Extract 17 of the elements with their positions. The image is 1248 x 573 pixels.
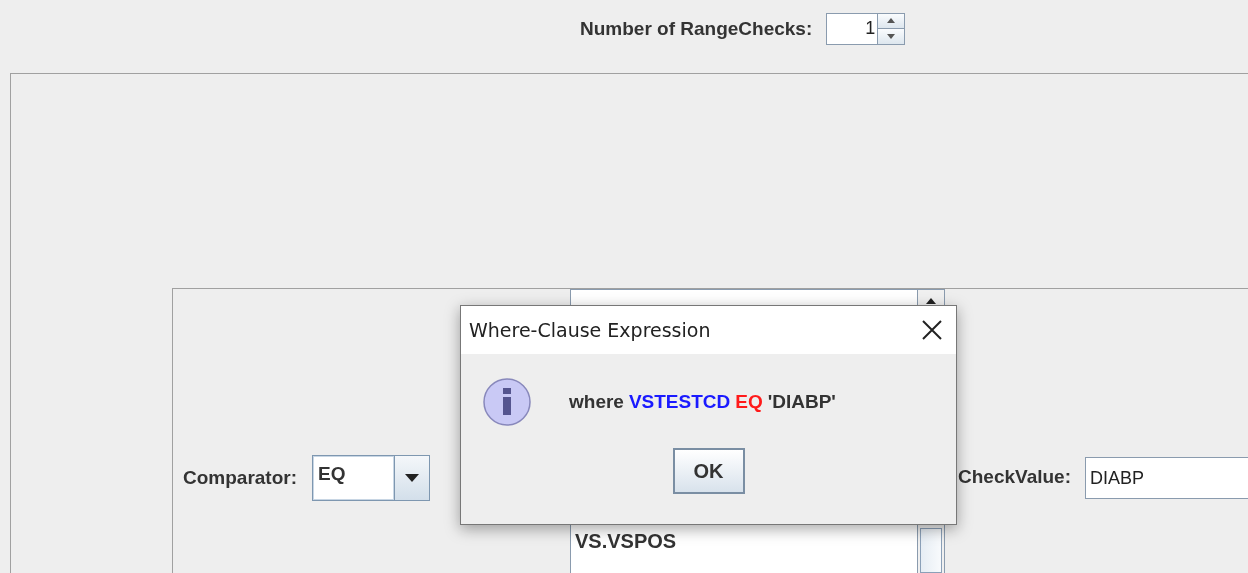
list-item[interactable]: VS.VSPOS bbox=[575, 530, 913, 553]
up-arrow-icon[interactable] bbox=[887, 18, 896, 24]
check-value-field[interactable]: DIABP bbox=[1085, 457, 1248, 499]
number-spinner[interactable]: 1 bbox=[826, 12, 906, 45]
field-label: Comparator: bbox=[183, 466, 297, 490]
ok-button[interactable]: OK bbox=[672, 448, 745, 494]
dialog-title: Where-Clause Expression bbox=[469, 319, 711, 341]
info-icon bbox=[483, 378, 531, 426]
up-arrow-icon[interactable] bbox=[926, 298, 936, 305]
field-label: Number of RangeChecks: bbox=[580, 17, 813, 40]
field-label: CheckValue: bbox=[958, 465, 1071, 489]
scrollbar-thumb[interactable] bbox=[920, 528, 942, 573]
message-text: where VSTESTCD EQ 'DIABP' bbox=[569, 391, 837, 413]
caret-icon bbox=[405, 474, 419, 482]
comparator-dropdown[interactable]: EQ bbox=[312, 455, 430, 501]
down-arrow-icon[interactable] bbox=[887, 33, 896, 39]
close-icon[interactable] bbox=[922, 320, 942, 340]
